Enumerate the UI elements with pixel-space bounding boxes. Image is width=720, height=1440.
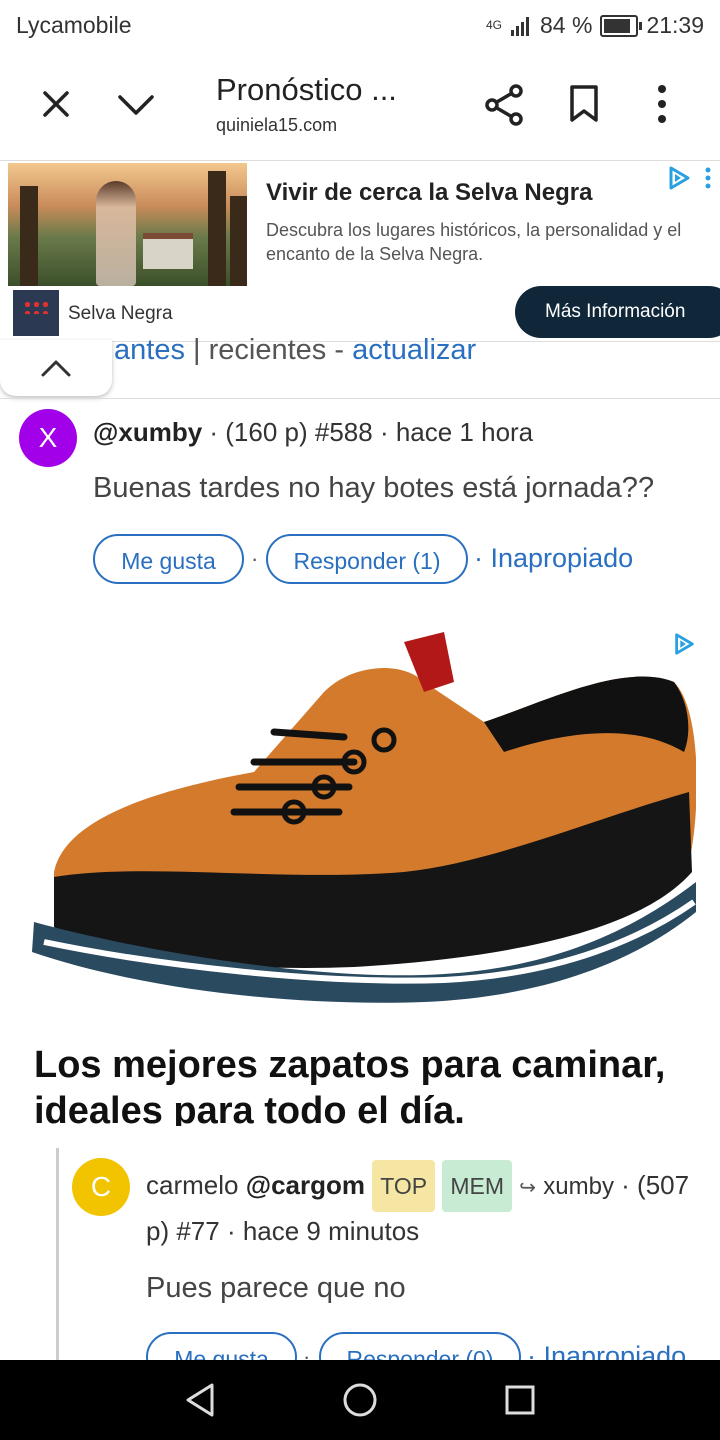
chevron-up-icon: [41, 360, 71, 377]
adchoices-icon[interactable]: [666, 165, 692, 191]
ad-image[interactable]: [8, 163, 247, 286]
battery-icon: [600, 14, 643, 37]
page-url: quiniela15.com: [216, 115, 338, 135]
avatar[interactable]: C: [72, 1158, 130, 1216]
reply-points-cont: p) #77 · hace 9 minutos: [146, 1216, 420, 1246]
collapse-ad-button[interactable]: [0, 340, 112, 396]
battery-percent: 84 %: [540, 12, 593, 38]
reply-text: Pues parece que no: [146, 1272, 406, 1304]
refresh-link[interactable]: actualizar: [352, 334, 476, 366]
ad-description: Descubra los lugares históricos, la pers…: [266, 220, 682, 264]
more-vert-icon[interactable]: [654, 84, 670, 124]
tag-top: TOP: [372, 1160, 436, 1212]
status-bar: Lycamobile 4G 84 % 21:39: [0, 0, 720, 52]
share-icon[interactable]: [484, 84, 524, 126]
home-icon[interactable]: [342, 1382, 378, 1418]
bookmark-icon[interactable]: [568, 84, 600, 124]
ad-brand-name: Selva Negra: [68, 303, 173, 324]
action-separator: ·: [251, 546, 259, 571]
reply-username[interactable]: @cargom: [246, 1170, 365, 1200]
comment-text: Buenas tardes no hay botes está jornada?…: [93, 472, 655, 504]
status-right: 4G 84 % 21:39: [486, 12, 704, 39]
like-button[interactable]: Me gusta: [93, 534, 244, 584]
browser-toolbar: Pronóstico ... quiniela15.com: [0, 52, 720, 160]
ad-headline[interactable]: Vivir de cerca la Selva Negra: [266, 179, 592, 207]
reply-arrow-icon: ↪: [519, 1177, 537, 1199]
reply-points: · (507: [621, 1170, 690, 1200]
sort-separator: -: [326, 334, 353, 366]
comment-username[interactable]: @xumby: [93, 417, 202, 447]
reply-to-user[interactable]: xumby: [543, 1173, 614, 1200]
clock: 21:39: [646, 12, 704, 38]
close-icon[interactable]: [40, 88, 72, 120]
sort-recent: recientes: [208, 334, 327, 366]
back-icon[interactable]: [184, 1382, 216, 1418]
ad-banner-top[interactable]: Vivir de cerca la Selva Negra Descubra l…: [0, 160, 720, 342]
ad-brand-logo: [13, 290, 59, 336]
reply-meta: carmelo @cargom TOP MEM ↪ xumby · (507: [146, 1160, 689, 1212]
recents-icon[interactable]: [504, 1384, 536, 1416]
network-type: 4G: [485, 18, 502, 32]
carrier-name: Lycamobile: [16, 12, 132, 38]
reply-name: carmelo: [146, 1170, 239, 1200]
system-nav-bar: [0, 1360, 720, 1440]
ad-menu-icon[interactable]: [704, 167, 712, 189]
divider: [0, 398, 720, 399]
sort-bar: antes | recientes - actualizar: [114, 334, 476, 374]
chevron-down-icon[interactable]: [116, 92, 156, 118]
thread-line: [56, 1148, 59, 1360]
report-link[interactable]: · Inapropiado: [474, 543, 633, 574]
sort-separator: |: [184, 334, 209, 366]
ad-cta-button[interactable]: Más Información: [515, 286, 720, 338]
tag-mem: MEM: [442, 1160, 513, 1212]
comment-meta: @xumby · (160 p) #588 · hace 1 hora: [93, 417, 533, 448]
comment-points: · (160 p) #588 · hace 1 hora: [209, 417, 534, 447]
sort-older-link[interactable]: antes: [114, 334, 185, 366]
battery-fill: [604, 18, 630, 33]
avatar[interactable]: X: [19, 409, 77, 467]
shoe-image: [32, 632, 697, 1003]
signal-icon: [511, 16, 529, 36]
adchoices-icon[interactable]: [672, 632, 696, 656]
ad-shoe-title[interactable]: Los mejores zapatos para caminar, ideale…: [34, 1042, 694, 1126]
page-title: Pronóstico ...: [216, 72, 397, 107]
reply-button[interactable]: Responder (1): [266, 534, 468, 584]
ad-shoe-image[interactable]: [24, 622, 697, 1022]
